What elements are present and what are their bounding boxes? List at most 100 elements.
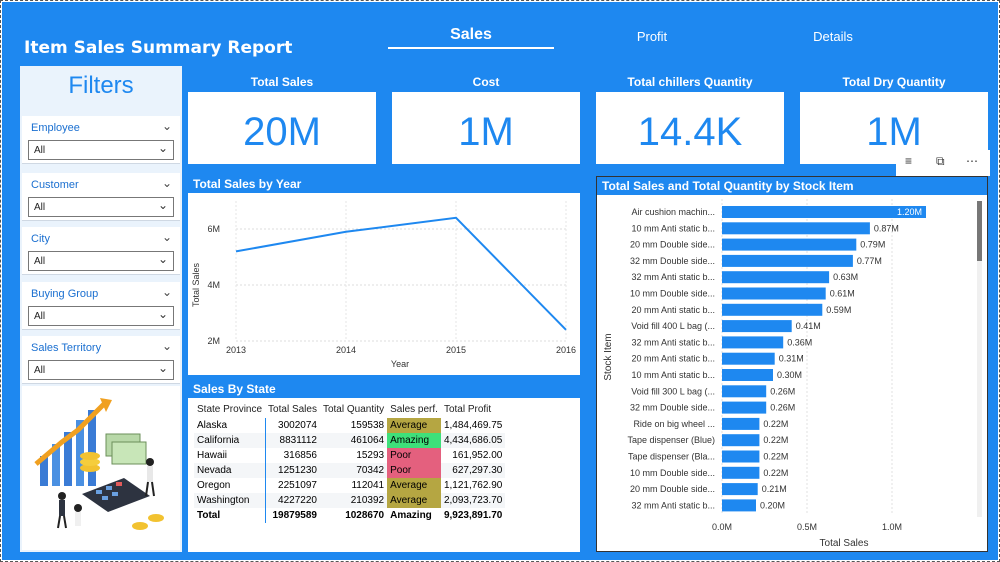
bar-value-label: 0.79M <box>860 240 885 250</box>
table-row[interactable]: California 8831112 461064 Amazing 4,434,686.… <box>194 433 506 448</box>
bar[interactable] <box>722 385 767 398</box>
bar-category-label: 32 mm Anti static b... <box>631 272 715 282</box>
line-series-total-sales[interactable] <box>235 216 567 331</box>
sales-by-state-table: State Province Total Sales Total Quantit… <box>194 400 506 523</box>
line-chart[interactable]: Total Sales Year 2M 4M 6M 2013 2014 2015 2016 <box>188 193 580 375</box>
slicer-employee: Employee ⌄ All ⌄ <box>22 116 180 164</box>
bar[interactable] <box>722 222 870 235</box>
bar[interactable] <box>722 466 760 479</box>
bar[interactable] <box>722 434 760 447</box>
chevron-down-icon[interactable]: ⌄ <box>162 119 172 133</box>
bar-category-label: 20 mm Double side... <box>630 240 715 250</box>
kpi-total-sales: Total Sales 20M <box>188 72 376 164</box>
col-header-sales-perf[interactable]: Sales perf. <box>387 400 441 418</box>
col-header-total-sales[interactable]: Total Sales <box>265 400 320 418</box>
col-header-state[interactable]: State Province <box>194 400 265 418</box>
customer-dropdown[interactable]: All ⌄ <box>28 197 174 217</box>
more-options-icon[interactable]: ⋯ <box>966 154 978 168</box>
total-label: Total <box>197 510 221 521</box>
employee-dropdown[interactable]: All ⌄ <box>28 140 174 160</box>
filter-icon[interactable]: ≡ <box>905 154 912 168</box>
chevron-down-icon: ⌄ <box>157 141 168 155</box>
total-sales-cell: 19879589 <box>264 508 320 523</box>
tab-profit[interactable]: Profit <box>612 29 692 44</box>
x-tick-label: 2016 <box>556 345 576 355</box>
cell-total-profit: 627,297.30 <box>452 465 503 476</box>
bar[interactable] <box>722 254 853 267</box>
bar-category-label: 10 mm Double side... <box>630 468 715 478</box>
dropdown-value: All <box>34 202 46 213</box>
bar[interactable] <box>722 303 823 316</box>
bar-category-label: 32 mm Double side... <box>630 256 715 266</box>
dropdown-value: All <box>34 145 46 156</box>
bar-category-label: Void fill 400 L bag (... <box>631 321 715 331</box>
y-axis-title: Stock Item <box>603 333 614 380</box>
chevron-down-icon[interactable]: ⌄ <box>162 230 172 244</box>
cell-total-profit: 1,121,762.90 <box>443 480 503 491</box>
bar[interactable] <box>722 320 792 333</box>
kpi-value: 1M <box>458 110 514 154</box>
x-tick-label: 0.5M <box>797 522 817 532</box>
bar-value-label: 0.21M <box>762 484 787 494</box>
bar[interactable] <box>722 369 773 381</box>
col-header-total-quantity[interactable]: Total Quantity <box>320 400 387 418</box>
bar-marks: Air cushion machin... 1.20M 10 mm Anti sta… <box>627 206 926 512</box>
line-chart-title: Total Sales by Year <box>188 175 580 193</box>
buying-group-dropdown[interactable]: All ⌄ <box>28 306 174 326</box>
bar[interactable] <box>722 206 926 218</box>
chevron-down-icon[interactable]: ⌄ <box>162 285 172 299</box>
bar[interactable] <box>722 287 826 300</box>
kpi-value: 14.4K <box>637 110 743 154</box>
kpi-label: Cost <box>392 72 580 92</box>
slicer-customer: Customer ⌄ All ⌄ <box>22 173 180 221</box>
bar[interactable] <box>722 271 830 284</box>
report-title: Item Sales Summary Report <box>24 38 293 58</box>
bar-category-label: 20 mm Double side... <box>630 484 715 494</box>
slicer-label: City <box>31 233 50 245</box>
cell-total-quantity: 159538 <box>350 420 385 431</box>
focus-mode-icon[interactable]: ⧉ <box>936 154 945 169</box>
cell-state: Nevada <box>197 465 232 476</box>
col-header-total-profit[interactable]: Total Profit <box>441 400 505 418</box>
city-dropdown[interactable]: All ⌄ <box>28 251 174 271</box>
table-row[interactable]: Nevada 1251230 70342 Poor 627,297.30 <box>194 463 506 478</box>
tab-details[interactable]: Details <box>793 29 873 44</box>
sales-territory-dropdown[interactable]: All ⌄ <box>28 360 174 380</box>
bar-value-label: 0.26M <box>770 386 795 396</box>
bar-value-label: 0.22M <box>763 452 788 462</box>
bar[interactable] <box>722 450 760 463</box>
table-row[interactable]: Alaska 3002074 159538 Average 1,484,469.75 <box>194 418 506 433</box>
bar-chart[interactable]: Stock Item Total Sales 0.0M 0.5M 1.0M Air … <box>597 195 987 551</box>
table-row[interactable]: Hawaii 316856 15293 Poor 161,952.00 <box>194 448 506 463</box>
tab-sales[interactable]: Sales <box>388 26 554 44</box>
slicer-label: Employee <box>31 122 80 134</box>
bar-value-label: 0.22M <box>763 468 788 478</box>
cell-sales-perf: Average <box>387 478 441 493</box>
scrollbar-thumb[interactable] <box>977 201 982 261</box>
x-tick-label: 2013 <box>226 345 246 355</box>
bar-value-label: 0.77M <box>857 256 882 266</box>
bar[interactable] <box>722 352 775 365</box>
table-row[interactable]: Oregon 2251097 112041 Average 1,121,762.90 <box>194 478 506 493</box>
bar[interactable] <box>722 483 758 496</box>
bar-value-label: 0.41M <box>796 321 821 331</box>
cell-state: California <box>197 435 240 446</box>
bar-value-label: 0.31M <box>779 354 804 364</box>
bar-value-label: 0.26M <box>770 403 795 413</box>
cell-sales-perf: Average <box>387 493 441 508</box>
finance-illustration <box>34 398 164 530</box>
bar[interactable] <box>722 417 760 430</box>
cell-state: Alaska <box>197 420 228 431</box>
bar[interactable] <box>722 499 756 512</box>
table-row[interactable]: Washington 4227220 210392 Average 2,093,723.… <box>194 493 506 508</box>
kpi-label: Total chillers Quantity <box>596 72 784 92</box>
chevron-down-icon: ⌄ <box>157 198 168 212</box>
chevron-down-icon[interactable]: ⌄ <box>162 176 172 190</box>
chevron-down-icon[interactable]: ⌄ <box>162 339 172 353</box>
bar[interactable] <box>722 336 784 349</box>
cell-total-sales: 1251230 <box>264 463 320 478</box>
bar[interactable] <box>722 238 857 251</box>
slicer-label: Sales Territory <box>31 342 102 354</box>
bar[interactable] <box>722 401 767 414</box>
bar-value-label: 0.22M <box>763 419 788 429</box>
